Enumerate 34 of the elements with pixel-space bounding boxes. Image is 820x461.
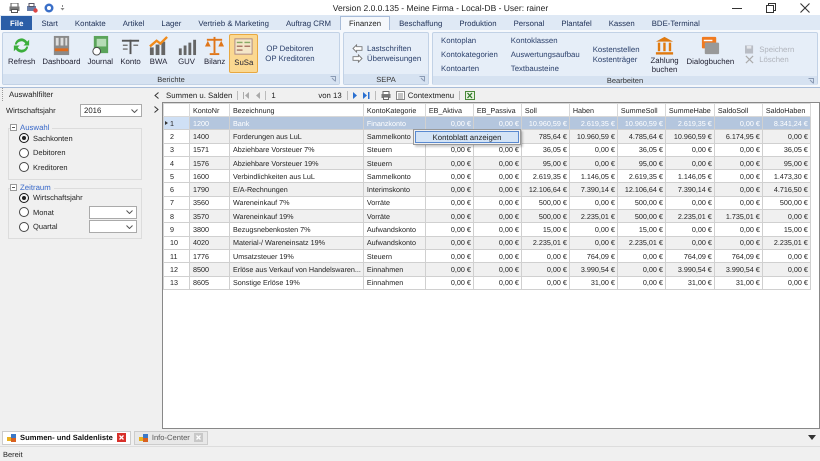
chevron-right-icon[interactable]: [154, 106, 158, 113]
window-icon: [7, 434, 16, 442]
collapse-icon[interactable]: [10, 124, 17, 131]
chevron-left-icon[interactable]: [154, 92, 158, 99]
restore-icon[interactable]: [766, 2, 776, 12]
radio-button[interactable]: [19, 133, 29, 144]
spreadsheet-icon[interactable]: [465, 90, 476, 100]
next-page-icon[interactable]: [352, 92, 358, 98]
rising-chart-icon: [148, 35, 170, 56]
last-page-icon[interactable]: [362, 92, 370, 98]
close-icon[interactable]: [800, 2, 810, 12]
left-arrow-icon: [352, 44, 363, 53]
list-icon: [233, 36, 254, 57]
scale-icon: [204, 35, 226, 56]
list-icon: [396, 90, 405, 100]
collapse-icon[interactable]: [10, 184, 17, 190]
radio-button[interactable]: [19, 192, 29, 203]
card-icon: [700, 35, 721, 56]
cross-icon: [744, 55, 756, 64]
help-icon[interactable]: [44, 2, 54, 12]
radio-button[interactable]: [19, 207, 29, 218]
chevron-down-icon: [126, 210, 133, 214]
chevron-down-icon: [126, 224, 133, 229]
radio-button[interactable]: [19, 148, 29, 158]
radio-button[interactable]: [19, 162, 29, 172]
radio-button[interactable]: [19, 222, 29, 232]
bank-building-icon: [654, 35, 676, 56]
notebook-icon: [90, 35, 111, 56]
dropdown-icon[interactable]: [60, 4, 65, 10]
chevron-down-icon[interactable]: [808, 435, 816, 440]
chevron-down-icon: [131, 108, 138, 112]
right-arrow-icon: [352, 54, 363, 63]
window-icon: [138, 434, 148, 442]
window-title: Version 2.0.0.135 - Meine Firma - Local-DB - User: rainer: [332, 2, 550, 12]
